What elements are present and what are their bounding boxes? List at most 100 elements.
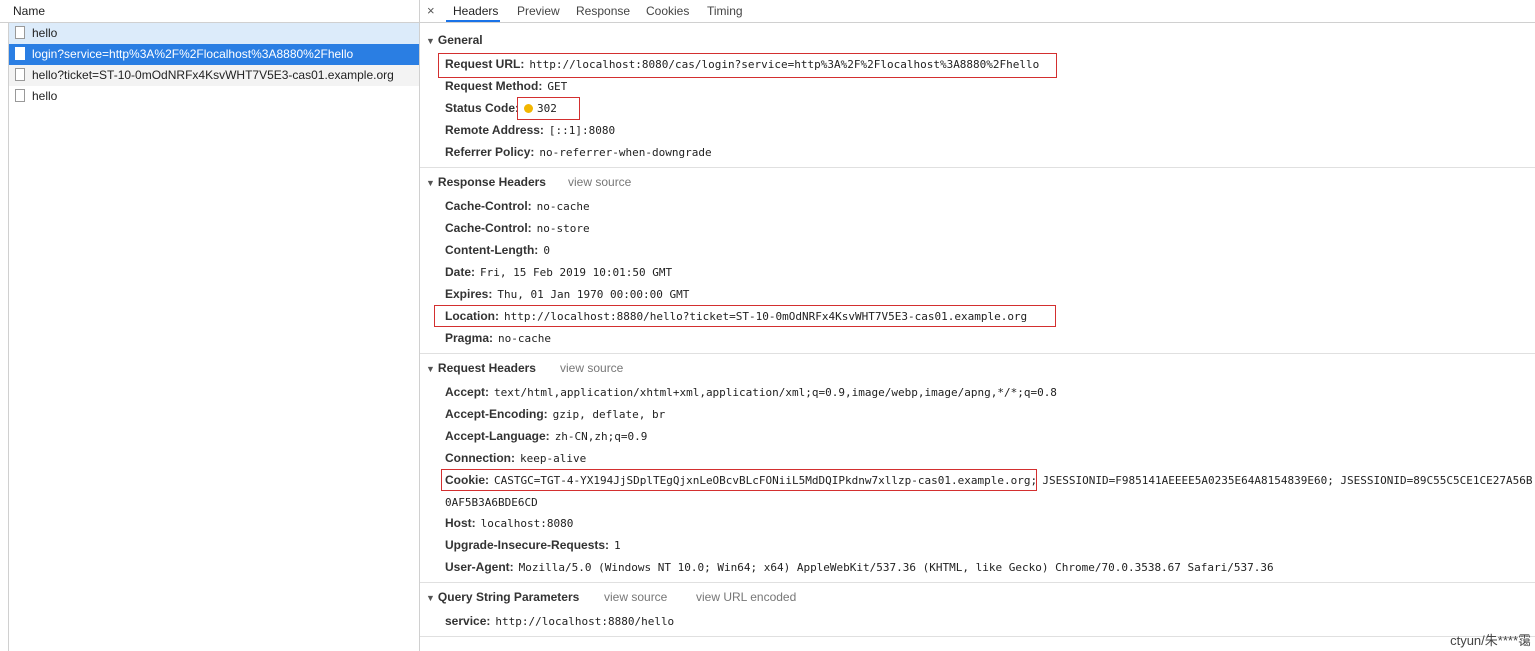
document-icon	[15, 26, 25, 39]
triangle-down-icon: ▼	[426, 593, 435, 603]
highlight-box	[434, 305, 1056, 327]
header-key: Accept:	[445, 385, 490, 399]
header-key: Host:	[445, 516, 476, 530]
tab-response[interactable]: Response	[576, 4, 630, 18]
active-tab-indicator	[446, 20, 500, 22]
header-value: localhost:8080	[480, 517, 574, 530]
response-header-row: Cache-Control: no-cache	[445, 199, 590, 213]
request-row[interactable]: hello?ticket=ST-10-0mOdNRFx4KsvWHT7V5E3-…	[9, 65, 419, 86]
view-source-link[interactable]: view source	[604, 590, 667, 604]
view-url-encoded-link[interactable]: view URL encoded	[696, 590, 796, 604]
response-header-row: Date: Fri, 15 Feb 2019 10:01:50 GMT	[445, 265, 672, 279]
section-divider	[420, 582, 1535, 583]
header-value: http://localhost:8880/hello	[495, 615, 675, 628]
request-headers-section-header[interactable]: ▼ Request Headers	[426, 361, 536, 375]
request-details-panel: × Headers Preview Response Cookies Timin…	[420, 0, 1535, 651]
header-value: GET	[547, 80, 568, 93]
response-headers-section-header[interactable]: ▼ Response Headers	[426, 175, 546, 189]
triangle-down-icon: ▼	[426, 36, 435, 46]
header-value: no-cache	[498, 332, 552, 345]
section-divider	[420, 636, 1535, 637]
request-row[interactable]: hello	[9, 86, 419, 107]
request-name: hello?ticket=ST-10-0mOdNRFx4KsvWHT7V5E3-…	[32, 68, 394, 82]
request-header-row: Accept: text/html,application/xhtml+xml,a…	[445, 385, 1057, 399]
header-key: Status Code:	[445, 101, 520, 115]
header-key: Upgrade-Insecure-Requests:	[445, 538, 610, 552]
request-row[interactable]: hello	[9, 23, 419, 44]
highlight-box	[441, 469, 1037, 491]
header-key: Cache-Control:	[445, 221, 532, 235]
document-icon	[15, 68, 25, 81]
header-value: 0	[543, 244, 550, 257]
response-header-row: Pragma: no-cache	[445, 331, 551, 345]
request-header-row: Host: localhost:8080	[445, 516, 573, 530]
referrer-policy-row: Referrer Policy: no-referrer-when-downgra…	[445, 145, 712, 159]
request-list-panel: Name hello login?service=http%3A%2F%2Flo…	[0, 0, 420, 651]
highlight-box	[438, 53, 1057, 78]
response-header-row: Content-Length: 0	[445, 243, 550, 257]
request-header-row: Accept-Language: zh-CN,zh;q=0.9	[445, 429, 647, 443]
section-title: Request Headers	[437, 361, 536, 375]
request-name: hello	[32, 26, 58, 40]
section-divider	[420, 167, 1535, 168]
tab-preview[interactable]: Preview	[517, 4, 560, 18]
header-value: zh-CN,zh;q=0.9	[554, 430, 648, 443]
header-key: User-Agent:	[445, 560, 514, 574]
header-value: Mozilla/5.0 (Windows NT 10.0; Win64; x64…	[518, 561, 1274, 574]
header-key: Expires:	[445, 287, 493, 301]
header-key: Request Method:	[445, 79, 543, 93]
section-title: General	[437, 33, 483, 47]
general-section-header[interactable]: ▼ General	[426, 33, 483, 47]
response-header-row: Expires: Thu, 01 Jan 1970 00:00:00 GMT	[445, 287, 689, 301]
request-method-row: Request Method: GET	[445, 79, 567, 93]
request-name: hello	[32, 89, 58, 103]
triangle-down-icon: ▼	[426, 364, 435, 374]
triangle-down-icon: ▼	[426, 178, 435, 188]
header-key: Content-Length:	[445, 243, 539, 257]
header-value: no-cache	[536, 200, 590, 213]
document-icon	[15, 89, 25, 102]
header-value: no-referrer-when-downgrade	[539, 146, 712, 159]
header-value: JSESSIONID=F985141AEEEE5A0235E64A8154839…	[1042, 474, 1533, 487]
query-params-section-header[interactable]: ▼ Query String Parameters	[426, 590, 579, 604]
header-key: Date:	[445, 265, 476, 279]
view-source-link[interactable]: view source	[568, 175, 631, 189]
header-value: 1	[614, 539, 621, 552]
document-icon	[15, 47, 25, 60]
tab-cookies[interactable]: Cookies	[646, 4, 689, 18]
name-column-label: Name	[13, 4, 46, 18]
section-divider	[420, 353, 1535, 354]
header-value: no-store	[536, 222, 590, 235]
tab-headers[interactable]: Headers	[453, 4, 498, 18]
header-key: Remote Address:	[445, 123, 544, 137]
details-tabbar: × Headers Preview Response Cookies Timin…	[420, 0, 1535, 23]
request-header-row: Connection: keep-alive	[445, 451, 586, 465]
request-header-row: Accept-Encoding: gzip, deflate, br	[445, 407, 665, 421]
name-column-header[interactable]: Name	[0, 0, 419, 23]
header-value: gzip, deflate, br	[552, 408, 666, 421]
response-header-row: Cache-Control: no-store	[445, 221, 590, 235]
header-value: keep-alive	[520, 452, 587, 465]
request-header-row: Upgrade-Insecure-Requests: 1	[445, 538, 621, 552]
tab-timing[interactable]: Timing	[707, 4, 743, 18]
header-value: [::1]:8080	[548, 124, 616, 137]
header-key: Connection:	[445, 451, 515, 465]
close-icon[interactable]: ×	[427, 3, 435, 18]
header-key: Pragma:	[445, 331, 494, 345]
section-title: Response Headers	[437, 175, 546, 189]
section-title: Query String Parameters	[437, 590, 580, 604]
query-param-row: service: http://localhost:8880/hello	[445, 614, 674, 628]
request-header-row: User-Agent: Mozilla/5.0 (Windows NT 10.0;…	[445, 560, 1274, 574]
cookie-continuation-row: 0AF5B3A6BDE6CD	[445, 495, 538, 509]
header-key: Accept-Encoding:	[445, 407, 548, 421]
header-key: Accept-Language:	[445, 429, 550, 443]
request-row-selected[interactable]: login?service=http%3A%2F%2Flocalhost%3A8…	[9, 44, 419, 65]
highlight-box	[517, 97, 580, 120]
request-name: login?service=http%3A%2F%2Flocalhost%3A8…	[32, 47, 354, 61]
header-key: Referrer Policy:	[445, 145, 535, 159]
header-value: text/html,application/xhtml+xml,applicat…	[494, 386, 1057, 399]
watermark: ctyun/朱****霭	[1450, 633, 1531, 648]
view-source-link[interactable]: view source	[560, 361, 623, 375]
header-value: Fri, 15 Feb 2019 10:01:50 GMT	[480, 266, 673, 279]
header-value: 0AF5B3A6BDE6CD	[445, 496, 538, 509]
